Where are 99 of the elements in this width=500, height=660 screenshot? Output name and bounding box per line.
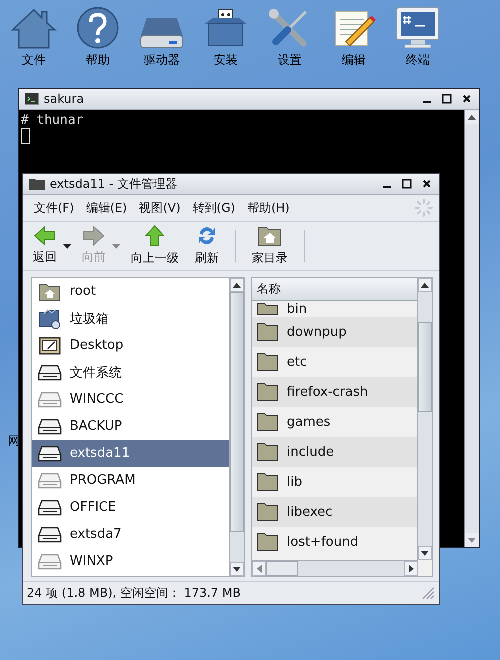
menu-item[interactable]: 视图(V)	[134, 196, 186, 220]
up-triangle-icon	[421, 282, 429, 288]
scroll-left-button[interactable]	[252, 561, 266, 576]
text-cursor	[21, 128, 30, 144]
trash-icon	[39, 308, 61, 330]
close-icon	[422, 179, 432, 189]
desktop-launcher[interactable]: 设置	[260, 4, 320, 69]
menu-item[interactable]: 帮助(H)	[242, 196, 295, 220]
desktop-launcher[interactable]: 终端	[388, 4, 448, 69]
forward-arrow-icon	[83, 226, 105, 246]
menu-item[interactable]: 文件(F)	[29, 196, 80, 220]
desktop-launcher[interactable]: 文件	[4, 4, 64, 69]
back-arrow-icon	[34, 226, 56, 246]
scroll-thumb[interactable]	[266, 561, 298, 576]
close-button[interactable]	[421, 178, 433, 190]
folder-icon	[257, 472, 279, 492]
down-triangle-icon	[233, 566, 241, 572]
folder-icon	[257, 412, 279, 432]
maximize-icon	[442, 94, 452, 104]
file-row[interactable]: lib	[252, 467, 417, 497]
horizontal-scrollbar[interactable]	[252, 560, 418, 576]
help-icon	[76, 6, 120, 50]
scrollbar[interactable]	[229, 278, 244, 576]
places-item[interactable]: OFFICE	[32, 494, 229, 521]
maximize-button[interactable]	[441, 93, 453, 105]
menu-item[interactable]: 转到(G)	[188, 196, 240, 220]
up-triangle-icon	[233, 282, 241, 288]
folder-icon	[257, 532, 279, 552]
scroll-thumb[interactable]	[230, 292, 244, 532]
scroll-up-button[interactable]	[465, 110, 479, 124]
scroll-up-button[interactable]	[230, 278, 244, 292]
file-row[interactable]: lost+found	[252, 527, 417, 557]
menu-item[interactable]: 编辑(E)	[81, 196, 132, 220]
folder-icon	[29, 178, 45, 190]
scrollbar[interactable]	[417, 278, 432, 560]
monitor-icon	[395, 6, 441, 50]
scroll-right-button[interactable]	[404, 561, 418, 576]
status-text: 24 项 (1.8 MB), 空闲空间： 173.7 MB	[27, 584, 241, 602]
file-row[interactable]: games	[252, 407, 417, 437]
close-icon	[462, 94, 472, 104]
down-triangle-icon	[468, 538, 476, 542]
file-row[interactable]: bin	[252, 301, 417, 317]
terminal-line: # thunar	[21, 113, 85, 128]
up-arrow-icon	[145, 225, 165, 247]
places-item[interactable]: WINCCC	[32, 386, 229, 413]
places-item[interactable]: extsda7	[32, 521, 229, 548]
scroll-thumb[interactable]	[418, 322, 432, 412]
close-button[interactable]	[461, 93, 473, 105]
toolbar-button[interactable]: 刷新	[189, 223, 225, 269]
folder-icon	[257, 322, 279, 342]
places-item[interactable]: 垃圾箱	[32, 305, 229, 332]
refresh-icon	[196, 225, 218, 247]
scroll-down-button[interactable]	[418, 546, 432, 560]
desktop-launcher[interactable]: 编辑	[324, 4, 384, 69]
scrollbar[interactable]	[464, 110, 479, 547]
toolbar-button[interactable]: 向上一级	[125, 223, 185, 269]
folder-icon	[257, 352, 279, 372]
folder-icon	[257, 502, 279, 522]
desktop-folder-icon	[39, 336, 61, 356]
spinner-icon	[415, 199, 433, 217]
places-item[interactable]: root	[32, 278, 229, 305]
places-item[interactable]: WINXP	[32, 548, 229, 575]
desktop-launcher[interactable]: 帮助	[68, 4, 128, 69]
desktop-launcher[interactable]: 驱动器	[132, 4, 192, 69]
column-header[interactable]: 名称	[252, 278, 417, 301]
file-row[interactable]: etc	[252, 347, 417, 377]
file-row[interactable]: libexec	[252, 497, 417, 527]
resize-grip-icon[interactable]	[421, 586, 435, 600]
desktop-launcher[interactable]: 安装	[196, 4, 256, 69]
up-triangle-icon	[468, 114, 476, 120]
scroll-up-button[interactable]	[418, 278, 432, 292]
home-folder-icon	[39, 282, 61, 302]
places-item[interactable]: PROGRAM	[32, 467, 229, 494]
file-row[interactable]: include	[252, 437, 417, 467]
folder-icon	[257, 442, 279, 462]
maximize-button[interactable]	[401, 178, 413, 190]
window-title: extsda11 - 文件管理器	[50, 176, 178, 192]
file-row[interactable]: downpup	[252, 317, 417, 347]
minimize-icon	[383, 186, 391, 188]
maximize-icon	[402, 179, 412, 189]
left-triangle-icon	[256, 564, 262, 572]
down-triangle-icon	[421, 550, 429, 556]
toolbar-button[interactable]: 返回	[27, 224, 63, 268]
dropdown-caret-icon[interactable]	[63, 244, 72, 248]
places-item[interactable]: BACKUP	[32, 413, 229, 440]
places-item[interactable]: Desktop	[32, 332, 229, 359]
scroll-down-button[interactable]	[230, 562, 244, 576]
places-item[interactable]: extsda11	[32, 440, 229, 467]
minimize-icon	[423, 101, 431, 103]
home-folder-icon	[258, 225, 282, 247]
toolbar-button[interactable]: 家目录	[246, 223, 294, 269]
terminal-icon	[25, 93, 39, 105]
right-triangle-icon	[408, 564, 414, 572]
drive-icon	[139, 16, 185, 50]
places-item[interactable]: 文件系统	[32, 359, 229, 386]
folder-icon	[257, 382, 279, 402]
house-icon	[11, 8, 57, 50]
window-title: sakura	[44, 92, 86, 106]
file-row[interactable]: firefox-crash	[252, 377, 417, 407]
